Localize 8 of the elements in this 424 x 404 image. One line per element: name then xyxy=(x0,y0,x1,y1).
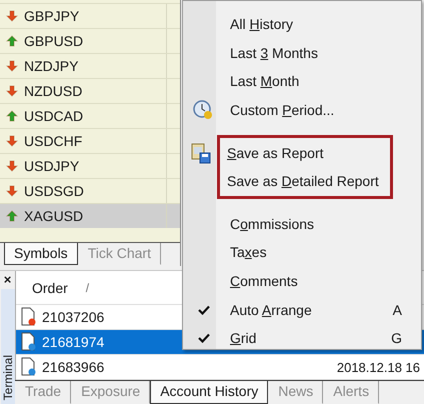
time-cell-text: 2018.12.18 16 xyxy=(336,360,421,374)
panel-title: Terminal xyxy=(0,354,14,400)
shortcut-key: G xyxy=(391,330,402,346)
order-number: 21037206 xyxy=(42,309,106,325)
sort-mark: / xyxy=(86,280,90,294)
order-number: 21683966 xyxy=(42,359,106,375)
shortcut-key: A xyxy=(392,302,402,318)
order-number: 21681974 xyxy=(42,334,106,350)
